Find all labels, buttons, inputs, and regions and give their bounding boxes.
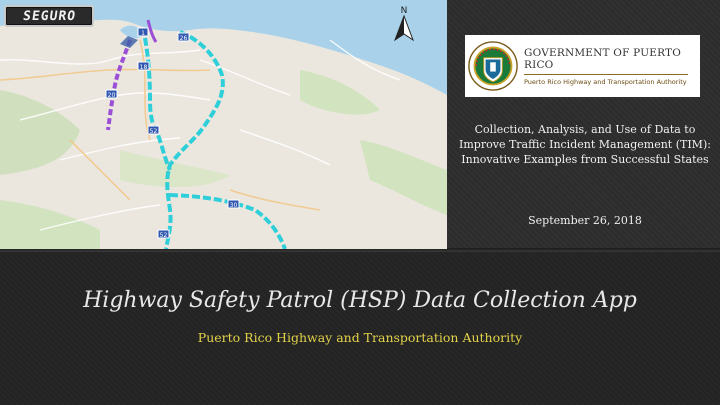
svg-text:1: 1 bbox=[141, 30, 145, 37]
event-date: September 26, 2018 bbox=[528, 214, 642, 227]
road-marker: 18 bbox=[137, 61, 150, 71]
road-marker: 52 bbox=[157, 229, 170, 239]
event-description: Collection, Analysis, and Use of Data to… bbox=[459, 123, 711, 166]
road-marker: 20 bbox=[105, 89, 118, 99]
svg-text:30: 30 bbox=[230, 202, 238, 209]
svg-text:52: 52 bbox=[160, 232, 168, 239]
slide-subtitle: Puerto Rico Highway and Transportation A… bbox=[197, 330, 523, 345]
route-map: 1 26 18 20 52 30 52 N SEGURO bbox=[0, 0, 447, 249]
seguro-logo: SEGURO bbox=[4, 5, 94, 27]
slide: 1 26 18 20 52 30 52 N SEGURO GOVERNMENT … bbox=[0, 0, 720, 405]
government-subtitle: Puerto Rico Highway and Transportation A… bbox=[524, 77, 687, 86]
svg-text:26: 26 bbox=[180, 35, 188, 42]
road-marker: 52 bbox=[147, 125, 160, 135]
road-marker: 1 bbox=[137, 27, 149, 37]
divider bbox=[524, 73, 688, 75]
svg-text:N: N bbox=[401, 6, 408, 16]
svg-text:52: 52 bbox=[150, 128, 158, 135]
government-logo: GOVERNMENT OF PUERTO RICO Puerto Rico Hi… bbox=[465, 35, 700, 97]
svg-text:20: 20 bbox=[108, 92, 116, 99]
slide-title: Highway Safety Patrol (HSP) Data Collect… bbox=[83, 288, 637, 313]
seal-icon bbox=[468, 41, 518, 91]
road-marker: 26 bbox=[177, 32, 190, 42]
road-marker: 30 bbox=[227, 199, 240, 209]
svg-text:18: 18 bbox=[140, 64, 148, 71]
government-title: GOVERNMENT OF PUERTO RICO bbox=[524, 46, 682, 71]
